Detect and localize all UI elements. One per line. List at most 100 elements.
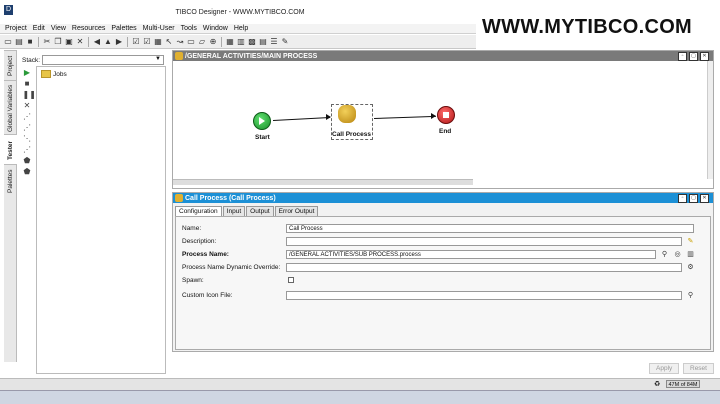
align-icon[interactable]: ▥ — [236, 37, 246, 47]
jobs-tree: Jobs — [36, 66, 166, 374]
pause-icon[interactable]: ❚❚ — [23, 90, 36, 99]
window-title: TIBCO Designer - WWW.MYTIBCO.COM — [175, 9, 305, 16]
delete-icon[interactable]: ✕ — [75, 37, 85, 47]
step-icon[interactable]: ⋰ — [23, 112, 32, 121]
custom-icon-label: Custom Icon File: — [182, 292, 233, 299]
arrowhead-icon — [326, 114, 331, 120]
start-play-icon — [259, 117, 265, 125]
menu-project[interactable]: Project — [5, 25, 27, 32]
menu-bar: Project Edit View Resources Palettes Mul… — [0, 24, 476, 34]
configuration-form: Name: Call Process Description: ✎ Proces… — [175, 216, 711, 350]
toolbar-separator — [88, 36, 89, 47]
browse-icon[interactable]: ⚲ — [686, 291, 695, 300]
stop-icon[interactable]: ■ — [23, 79, 32, 88]
list-icon[interactable]: ☰ — [269, 37, 279, 47]
dynamic-override-field[interactable] — [286, 263, 682, 272]
process-icon — [175, 52, 183, 60]
tab-global-variables[interactable]: Global Variables — [4, 80, 17, 135]
tree-item-jobs[interactable]: Jobs — [41, 70, 67, 78]
stack-label: Stack: — [22, 57, 41, 64]
canvas-header: /GENERAL ACTIVITIES/MAIN PROCESS ▫ ▢ ✕ — [173, 51, 713, 61]
properties-panel: Call Process (Call Process) ▫ ▢ ✕ Config… — [172, 192, 714, 352]
menu-palettes[interactable]: Palettes — [111, 25, 136, 32]
save-icon[interactable]: ■ — [25, 37, 35, 47]
validate-icon[interactable]: ☑ — [131, 37, 141, 47]
copy-icon[interactable]: ❐ — [53, 37, 63, 47]
watermark: WWW.MYTIBCO.COM — [482, 16, 693, 38]
clear-breakpoint-icon[interactable]: ⬟ — [23, 167, 32, 176]
reset-button[interactable]: Reset — [683, 363, 714, 374]
end-stop-icon — [443, 112, 449, 118]
menu-window[interactable]: Window — [203, 25, 228, 32]
menu-edit[interactable]: Edit — [33, 25, 45, 32]
menu-multi-user[interactable]: Multi-User — [143, 25, 175, 32]
call-process-icon — [175, 194, 183, 202]
validate-all-icon[interactable]: ☑ — [142, 37, 152, 47]
maximize-icon[interactable]: ▢ — [689, 52, 698, 61]
call-process-label: Call Process — [332, 131, 372, 138]
trash-icon[interactable]: ▥ — [686, 250, 695, 259]
status-bar — [0, 378, 720, 390]
os-taskbar — [0, 390, 720, 404]
menu-resources[interactable]: Resources — [72, 25, 105, 32]
print-icon[interactable]: ▤ — [258, 37, 268, 47]
tab-palettes[interactable]: Palettes — [4, 164, 17, 197]
step-into-icon[interactable]: ⋰ — [23, 123, 32, 132]
breakpoint-icon[interactable]: ⬟ — [23, 156, 32, 165]
cut-icon[interactable]: ✂ — [42, 37, 52, 47]
restore-icon[interactable]: ▫ — [678, 52, 687, 61]
tab-tester[interactable]: Tester — [4, 134, 17, 165]
end-label: End — [439, 128, 452, 135]
spawn-checkbox[interactable] — [288, 277, 294, 283]
group-icon[interactable]: ▭ — [186, 37, 196, 47]
toolbar-separator — [221, 36, 222, 47]
kill-icon[interactable]: ✕ — [23, 101, 32, 110]
properties-title: Call Process (Call Process) — [185, 194, 276, 202]
open-icon[interactable]: ▤ — [14, 37, 24, 47]
layout-icon[interactable]: ▦ — [225, 37, 235, 47]
stack-select[interactable]: ▼ — [42, 55, 164, 65]
process-name-field[interactable]: /GENERAL ACTIVITIES/SUB PROCESS.process — [286, 250, 656, 259]
toolbar: ▭ ▤ ■ ✂ ❐ ▣ ✕ ◀ ▲ ▶ ☑ ☑ ▦ ↖ ↝ ▭ ▱ ⊕ ▦ ▥ … — [0, 35, 476, 49]
close-icon[interactable]: ✕ — [700, 194, 709, 203]
note-icon[interactable]: ▱ — [197, 37, 207, 47]
up-icon[interactable]: ▲ — [103, 37, 113, 47]
zoom-icon[interactable]: ⊕ — [208, 37, 218, 47]
vertical-scrollbar[interactable] — [707, 61, 713, 179]
menu-help[interactable]: Help — [234, 25, 248, 32]
apply-button[interactable]: Apply — [649, 363, 680, 374]
browse-icon[interactable]: ⚲ — [660, 250, 669, 259]
recycle-icon[interactable]: ♻ — [654, 380, 660, 388]
process-name-label: Process Name: — [182, 251, 229, 258]
maximize-icon[interactable]: ▢ — [689, 194, 698, 203]
transition-icon[interactable]: ↝ — [175, 37, 185, 47]
name-field[interactable]: Call Process — [286, 224, 694, 233]
xpath-icon[interactable]: ⚙ — [686, 263, 695, 272]
back-icon[interactable]: ◀ — [92, 37, 102, 47]
build-icon[interactable]: ▦ — [153, 37, 163, 47]
tester-icon[interactable]: ✎ — [280, 37, 290, 47]
forward-icon[interactable]: ▶ — [114, 37, 124, 47]
menu-tools[interactable]: Tools — [181, 25, 197, 32]
menu-view[interactable]: View — [51, 25, 66, 32]
close-icon[interactable]: ✕ — [700, 52, 709, 61]
play-icon[interactable]: ▶ — [23, 68, 32, 77]
step-over-icon[interactable]: ⋱ — [23, 134, 32, 143]
paste-icon[interactable]: ▣ — [64, 37, 74, 47]
edit-icon[interactable]: ✎ — [686, 237, 695, 246]
grid-icon[interactable]: ▩ — [247, 37, 257, 47]
canvas-path: /GENERAL ACTIVITIES/MAIN PROCESS — [185, 52, 318, 60]
tab-project[interactable]: Project — [4, 50, 17, 81]
custom-icon-field[interactable] — [286, 291, 682, 300]
description-field[interactable] — [286, 237, 682, 246]
new-icon[interactable]: ▭ — [3, 37, 13, 47]
tree-item-label: Jobs — [53, 70, 67, 78]
goto-icon[interactable]: ◎ — [673, 250, 682, 259]
toolbar-separator — [38, 36, 39, 47]
step-out-icon[interactable]: ⋰ — [23, 145, 32, 154]
start-label: Start — [255, 134, 270, 141]
restore-icon[interactable]: ▫ — [678, 194, 687, 203]
pointer-icon[interactable]: ↖ — [164, 37, 174, 47]
horizontal-scrollbar[interactable] — [173, 179, 473, 185]
name-label: Name: — [182, 225, 202, 232]
